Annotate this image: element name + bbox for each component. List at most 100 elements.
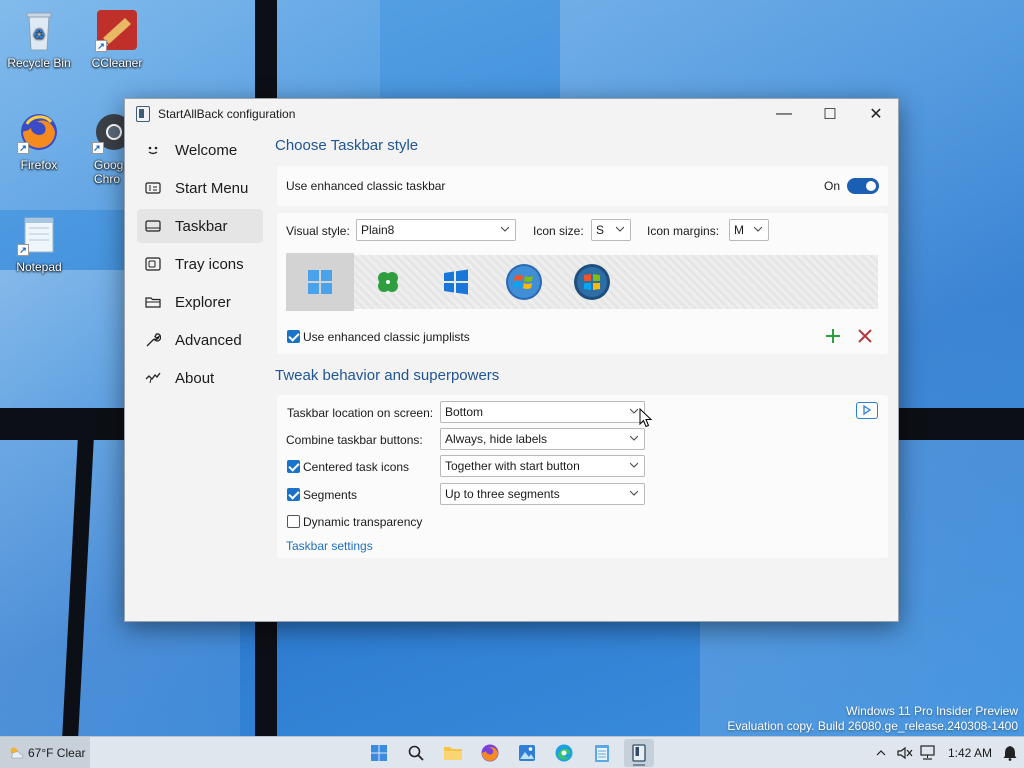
icon-size-select[interactable]: S: [591, 219, 631, 241]
section-title-tweak: Tweak behavior and superpowers: [275, 367, 500, 384]
combine-select[interactable]: Always, hide labels: [440, 428, 645, 450]
visual-style-label: Visual style:: [286, 224, 350, 238]
windows-watermark: Windows 11 Pro Insider Preview Evaluatio…: [727, 704, 1018, 734]
dynamic-transparency-checkbox[interactable]: [287, 515, 300, 528]
style-option-windows-11[interactable]: [286, 253, 354, 311]
start-button[interactable]: [364, 739, 394, 767]
visual-style-select[interactable]: Plain8: [356, 219, 516, 241]
taskbar-notepad[interactable]: [587, 739, 617, 767]
taskbar: 67°F Clear 1:42 AM: [0, 736, 1024, 768]
ccleaner-icon: ↗: [95, 8, 139, 52]
enhanced-taskbar-card: Use enhanced classic taskbar On: [277, 166, 888, 206]
tray-notifications[interactable]: [1000, 737, 1020, 768]
style-option-windows-7[interactable]: [490, 253, 558, 311]
sidebar-item-label: Tray icons: [175, 255, 244, 273]
desktop-icon-label: CCleaner: [91, 56, 143, 70]
toggle-state-label: On: [824, 179, 841, 193]
show-hidden-icons[interactable]: [872, 737, 890, 768]
taskbar-firefox[interactable]: [475, 739, 505, 767]
icon-size-label: Icon size:: [533, 224, 584, 238]
style-option-windows-10[interactable]: [422, 253, 490, 311]
add-icon[interactable]: [825, 328, 841, 344]
desktop-icon-firefox[interactable]: ↗ Firefox: [1, 110, 77, 172]
startallback-icon: [632, 744, 646, 762]
sidebar-item-label: Start Menu: [175, 179, 249, 197]
chevron-down-icon: [630, 490, 638, 496]
sidebar-item-label: Advanced: [175, 331, 242, 349]
sidebar-item-label: About: [175, 369, 215, 387]
close-button[interactable]: ✕: [853, 99, 899, 129]
desktop-icon-google-chrome[interactable]: ↗ Goog Chro: [88, 110, 124, 186]
desktop-icon-label: Recycle Bin: [7, 56, 71, 70]
photos-icon: [519, 745, 535, 761]
sidebar: Welcome Start Menu Taskbar Tray icons Ex…: [137, 133, 263, 399]
combine-value: Always, hide labels: [445, 432, 548, 446]
remove-icon[interactable]: [858, 329, 872, 343]
centered-select[interactable]: Together with start button: [440, 455, 645, 477]
icon-size-value: S: [596, 223, 605, 237]
sidebar-item-label: Explorer: [175, 293, 231, 311]
tray-network[interactable]: [918, 737, 938, 768]
segments-label: Segments: [303, 488, 358, 502]
sidebar-item-tray-icons[interactable]: Tray icons: [137, 247, 263, 281]
chevron-down-icon: [501, 226, 509, 232]
taskbar-edge[interactable]: [549, 739, 579, 767]
start-menu-icon: [145, 180, 161, 196]
minimize-button[interactable]: —: [761, 99, 807, 129]
maximize-button[interactable]: ☐: [807, 99, 853, 129]
location-label: Taskbar location on screen:: [287, 406, 434, 420]
weather-widget[interactable]: 67°F Clear: [0, 737, 90, 768]
desktop-icon-label: Firefox: [20, 158, 58, 172]
desktop-icon-label: Goog Chro: [94, 158, 124, 186]
chevron-down-icon: [616, 226, 624, 232]
clover-logo-icon: [378, 272, 398, 292]
windows-vista-orb-icon: [574, 264, 610, 300]
sidebar-item-about[interactable]: About: [137, 361, 263, 395]
taskbar-search-button[interactable]: [401, 739, 431, 767]
tray-volume[interactable]: [896, 737, 914, 768]
sidebar-item-welcome[interactable]: Welcome: [137, 133, 263, 167]
centered-checkbox[interactable]: [287, 460, 300, 473]
centered-value: Together with start button: [445, 459, 580, 473]
volume-muted-icon: [897, 746, 913, 760]
taskbar-file-explorer[interactable]: [438, 739, 468, 767]
visual-style-gallery: [286, 253, 878, 311]
desktop-icon-ccleaner[interactable]: ↗ CCleaner: [79, 8, 155, 70]
tray-clock[interactable]: 1:42 AM: [948, 737, 998, 768]
segments-checkbox[interactable]: [287, 488, 300, 501]
notepad-icon: ↗: [17, 212, 61, 256]
wrench-icon: [145, 332, 161, 348]
sidebar-item-advanced[interactable]: Advanced: [137, 323, 263, 357]
edge-icon: [555, 744, 573, 762]
taskbar-photos[interactable]: [512, 739, 542, 767]
startallback-app-icon: [136, 106, 150, 122]
startallback-window: StartAllBack configuration — ☐ ✕ Welcome…: [124, 98, 899, 622]
jumplists-checkbox[interactable]: [287, 330, 300, 343]
location-select[interactable]: Bottom: [440, 401, 645, 423]
window-title: StartAllBack configuration: [158, 107, 296, 121]
desktop-icon-recycle-bin[interactable]: ♻ Recycle Bin: [1, 8, 77, 70]
network-icon: [920, 745, 935, 760]
icon-margins-select[interactable]: M: [729, 219, 769, 241]
sidebar-item-explorer[interactable]: Explorer: [137, 285, 263, 319]
desktop-icon-notepad[interactable]: ↗ Notepad: [1, 212, 77, 274]
search-icon: [408, 745, 424, 761]
sidebar-item-taskbar[interactable]: Taskbar: [137, 209, 263, 243]
style-option-clover[interactable]: [354, 253, 422, 311]
segments-select[interactable]: Up to three segments: [440, 483, 645, 505]
sidebar-item-start-menu[interactable]: Start Menu: [137, 171, 263, 205]
tray-icon: [145, 256, 161, 272]
enhanced-taskbar-toggle[interactable]: [847, 178, 879, 194]
taskbar-startallback[interactable]: [624, 739, 654, 767]
chevron-up-icon: [876, 750, 886, 756]
taskbar-icon: [145, 218, 161, 234]
video-tutorial-icon[interactable]: [856, 402, 878, 419]
taskbar-settings-link[interactable]: Taskbar settings: [286, 539, 373, 553]
icon-margins-value: M: [734, 223, 744, 237]
style-option-windows-vista[interactable]: [558, 253, 626, 311]
enhanced-taskbar-label: Use enhanced classic taskbar: [286, 179, 446, 193]
smile-icon: [145, 142, 161, 158]
chevron-down-icon: [630, 435, 638, 441]
icon-margins-label: Icon margins:: [647, 224, 720, 238]
shortcut-arrow-icon: ↗: [17, 244, 29, 256]
